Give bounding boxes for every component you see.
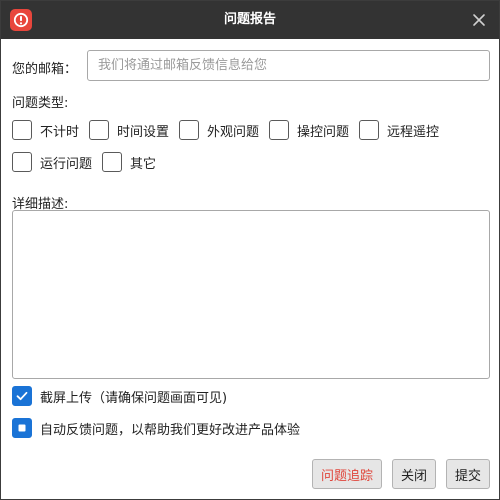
checkbox-box[interactable] (12, 418, 32, 438)
checkbox-label: 不计时 (40, 124, 80, 140)
checkbox-runtime[interactable]: 运行问题 (12, 151, 92, 173)
email-label: 您的邮箱： (12, 62, 78, 77)
checkbox-time-settings[interactable]: 时间设置 (89, 119, 169, 141)
checkbox-label: 操控问题 (297, 124, 350, 140)
checkbox-box[interactable] (12, 386, 32, 406)
checkbox-not-timing[interactable]: 不计时 (12, 119, 79, 141)
submit-button[interactable]: 提交 (446, 459, 490, 489)
checkbox-appearance[interactable]: 外观问题 (179, 119, 259, 141)
checkbox-auto-feedback[interactable]: 自动反馈问题，以帮助我们更好改进产品体验 (12, 417, 300, 439)
email-input[interactable] (87, 50, 490, 81)
checkbox-remote-control[interactable]: 远程遥控 (359, 119, 439, 141)
checkbox-controls[interactable]: 操控问题 (269, 119, 349, 141)
checkmark-icon (16, 391, 28, 401)
description-textarea[interactable] (12, 210, 490, 379)
title-bar[interactable]: 问题报告 (1, 1, 499, 39)
checkbox-other[interactable]: 其它 (102, 151, 156, 173)
checkbox-box[interactable] (12, 120, 32, 140)
checkbox-label: 时间设置 (117, 124, 170, 140)
checkbox-label: 外观问题 (207, 124, 260, 140)
checkbox-label: 远程遥控 (387, 124, 440, 140)
checkbox-label: 其它 (130, 156, 157, 172)
window-title: 问题报告 (223, 12, 276, 27)
partial-check-icon (18, 424, 26, 432)
close-button[interactable]: 关闭 (392, 459, 436, 489)
checkbox-box[interactable] (179, 120, 199, 140)
checkbox-box[interactable] (359, 120, 379, 140)
checkbox-screenshot-upload[interactable]: 截屏上传（请确保问题画面可见) (12, 385, 227, 407)
checkbox-label: 自动反馈问题，以帮助我们更好改进产品体验 (40, 422, 301, 438)
problem-report-dialog: 问题报告 您的邮箱： 问题类型: 不计时 时间设置 外观问题 操控问题 远程遥控… (0, 0, 500, 500)
trace-problem-button[interactable]: 问题追踪 (312, 459, 382, 489)
checkbox-box[interactable] (12, 152, 32, 172)
checkbox-label: 运行问题 (40, 156, 93, 172)
close-icon[interactable] (471, 12, 487, 28)
problem-type-label: 问题类型: (12, 96, 69, 111)
checkbox-label: 截屏上传（请确保问题画面可见) (40, 390, 228, 406)
checkbox-box[interactable] (89, 120, 109, 140)
checkbox-box[interactable] (269, 120, 289, 140)
checkbox-box[interactable] (102, 152, 122, 172)
